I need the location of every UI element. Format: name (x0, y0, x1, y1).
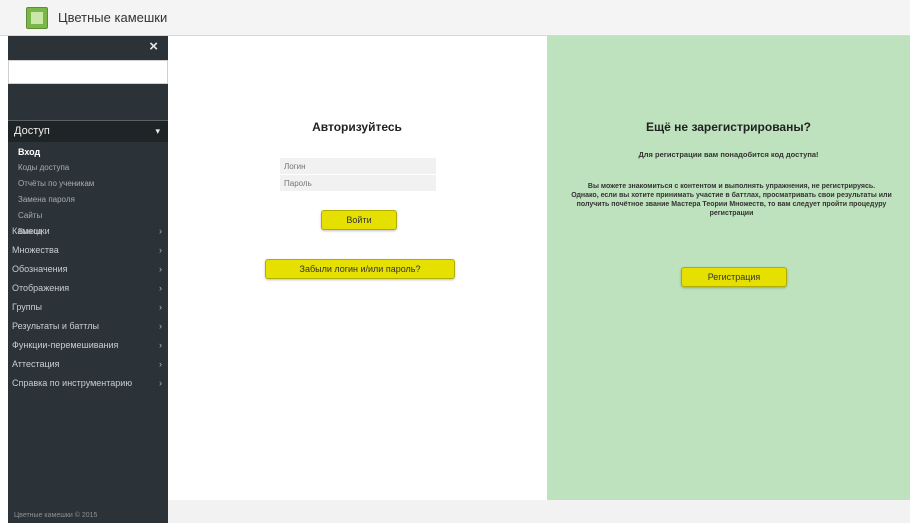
sidebar-item-attestation[interactable]: Аттестация › (8, 355, 168, 374)
chevron-right-icon: › (159, 283, 162, 293)
chevron-right-icon: › (159, 359, 162, 369)
sidebar-item-label: Функции-перемешивания (12, 340, 119, 350)
login-title: Авторизуйтесь (312, 120, 402, 134)
register-note: Для регистрации вам понадобится код дост… (638, 150, 819, 159)
chevron-right-icon: › (159, 378, 162, 388)
sidebar-subitem-student-reports[interactable]: Отчёты по ученикам (8, 176, 168, 192)
login-panel: Авторизуйтесь Войти Забыли логин и/или п… (168, 36, 546, 500)
chevron-right-icon: › (159, 321, 162, 331)
sidebar: × Доступ ▾ Вход Коды доступа Отчёты по у… (8, 36, 168, 523)
register-panel: Ещё не зарегистрированы? Для регистрации… (547, 36, 910, 500)
chevron-down-icon: ▾ (155, 126, 160, 136)
sidebar-menu: Камешки › Множества › Обозначения › Отображ… (8, 222, 168, 393)
register-text-line2: Однако, если вы хотите принимать участие… (571, 192, 892, 217)
close-icon[interactable]: × (149, 38, 158, 55)
sidebar-item-notation[interactable]: Обозначения › (8, 260, 168, 279)
sidebar-item-label: Множества (12, 245, 59, 255)
sidebar-item-label: Отображения (12, 283, 70, 293)
sidebar-section-access[interactable]: Доступ ▾ (8, 120, 168, 142)
register-description: Вы можете знакомиться с контентом и выпо… (569, 182, 894, 218)
top-bar: Цветные камешки (0, 0, 910, 36)
sidebar-item-pebbles[interactable]: Камешки › (8, 222, 168, 241)
sidebar-item-shuffle-functions[interactable]: Функции-перемешивания › (8, 336, 168, 355)
chevron-right-icon: › (159, 245, 162, 255)
register-title: Ещё не зарегистрированы? (646, 120, 811, 134)
bottom-strip (168, 500, 910, 523)
sidebar-item-mappings[interactable]: Отображения › (8, 279, 168, 298)
app-logo-icon[interactable] (26, 7, 48, 29)
chevron-right-icon: › (159, 264, 162, 274)
sidebar-item-label: Аттестация (12, 359, 60, 369)
sidebar-subitem-access-codes[interactable]: Коды доступа (8, 160, 168, 176)
app-title: Цветные камешки (58, 10, 168, 25)
chevron-right-icon: › (159, 226, 162, 236)
login-field[interactable] (280, 158, 436, 174)
sidebar-item-groups[interactable]: Группы › (8, 298, 168, 317)
login-button[interactable]: Войти (321, 210, 397, 230)
sidebar-item-tools-help[interactable]: Справка по инструментарию › (8, 374, 168, 393)
register-text-line1: Вы можете знакомиться с контентом и выпо… (587, 183, 876, 190)
password-field[interactable] (280, 175, 436, 191)
forgot-password-button[interactable]: Забыли логин и/или пароль? (265, 259, 455, 279)
sidebar-item-label: Обозначения (12, 264, 68, 274)
sidebar-item-label: Результаты и баттлы (12, 321, 99, 331)
sidebar-section-label: Доступ (14, 125, 50, 137)
sidebar-item-label: Группы (12, 302, 42, 312)
sidebar-item-label: Справка по инструментарию (12, 378, 133, 388)
chevron-right-icon: › (159, 340, 162, 350)
sidebar-item-results-battles[interactable]: Результаты и баттлы › (8, 317, 168, 336)
sidebar-item-sets[interactable]: Множества › (8, 241, 168, 260)
sidebar-item-label: Камешки (12, 226, 50, 236)
sidebar-subitem-change-password[interactable]: Замена пароля (8, 192, 168, 208)
sidebar-footer: Цветные камешки © 2015 (14, 512, 98, 519)
chevron-right-icon: › (159, 302, 162, 312)
register-button[interactable]: Регистрация (681, 267, 787, 287)
sidebar-subitem-login[interactable]: Вход (8, 144, 168, 160)
sidebar-search-input[interactable] (8, 60, 168, 84)
